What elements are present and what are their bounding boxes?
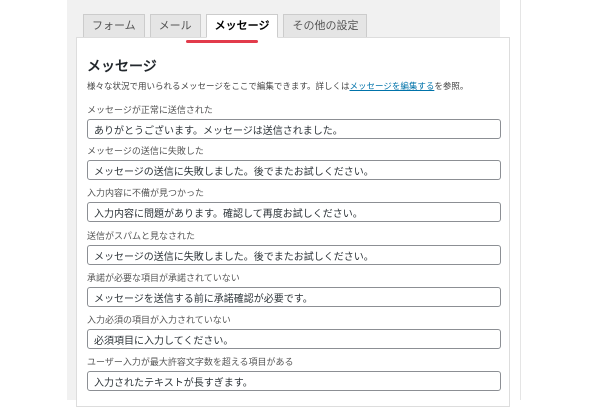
- description-text: 様々な状況で用いられるメッセージをここで編集できます。詳しくは: [87, 82, 350, 92]
- tab-mail[interactable]: メール: [149, 14, 201, 38]
- messages-section-header: メッセージ 様々な状況で用いられるメッセージをここで編集できます。詳しくはメッセ…: [87, 58, 499, 93]
- field-label: ユーザー入力が最大許容文字数を超える項目がある: [87, 358, 294, 368]
- message-field-mail-sent-ok: メッセージが正常に送信された: [87, 105, 501, 139]
- field-label: 送信がスパムと見なされた: [87, 232, 196, 242]
- edit-messages-link[interactable]: メッセージを編集する: [349, 82, 434, 92]
- accept-terms-input[interactable]: [87, 287, 501, 307]
- message-field-mail-sent-ng: メッセージの送信に失敗した: [87, 146, 501, 180]
- message-field-invalid-required: 入力必須の項目が入力されていない: [87, 315, 501, 349]
- invalid-required-input[interactable]: [87, 329, 501, 349]
- tab-form[interactable]: フォーム: [83, 14, 145, 38]
- field-label: 承諾が必要な項目が承諾されていない: [87, 274, 240, 284]
- validation-error-input[interactable]: [87, 202, 501, 222]
- right-sidebar: [520, 0, 600, 400]
- tab-messages[interactable]: メッセージ: [205, 14, 279, 38]
- invalid-too-long-input[interactable]: [87, 371, 501, 391]
- mail-sent-ng-input[interactable]: [87, 160, 501, 180]
- message-field-accept-terms: 承諾が必要な項目が承諾されていない: [87, 273, 501, 307]
- settings-tabs: フォーム メール メッセージ その他の設定: [83, 14, 368, 38]
- section-title: メッセージ: [87, 59, 157, 75]
- message-field-validation-error: 入力内容に不備が見つかった: [87, 188, 501, 222]
- field-label: メッセージが正常に送信された: [87, 106, 213, 116]
- active-tab-indicator: [186, 40, 258, 43]
- field-label: 入力必須の項目が入力されていない: [87, 316, 231, 326]
- field-label: メッセージの送信に失敗した: [87, 147, 204, 157]
- message-field-invalid-too-long: ユーザー入力が最大許容文字数を超える項目がある: [87, 357, 501, 391]
- message-field-spam: 送信がスパムと見なされた: [87, 231, 501, 265]
- tab-other-settings[interactable]: その他の設定: [283, 14, 368, 38]
- section-description: 様々な状況で用いられるメッセージをここで編集できます。詳しくはメッセージを編集す…: [87, 81, 499, 93]
- spam-input[interactable]: [87, 245, 501, 265]
- description-suffix: を参照。: [434, 82, 469, 92]
- messages-panel: メッセージ 様々な状況で用いられるメッセージをここで編集できます。詳しくはメッセ…: [76, 37, 510, 407]
- mail-sent-ok-input[interactable]: [87, 119, 501, 139]
- field-label: 入力内容に不備が見つかった: [87, 189, 205, 199]
